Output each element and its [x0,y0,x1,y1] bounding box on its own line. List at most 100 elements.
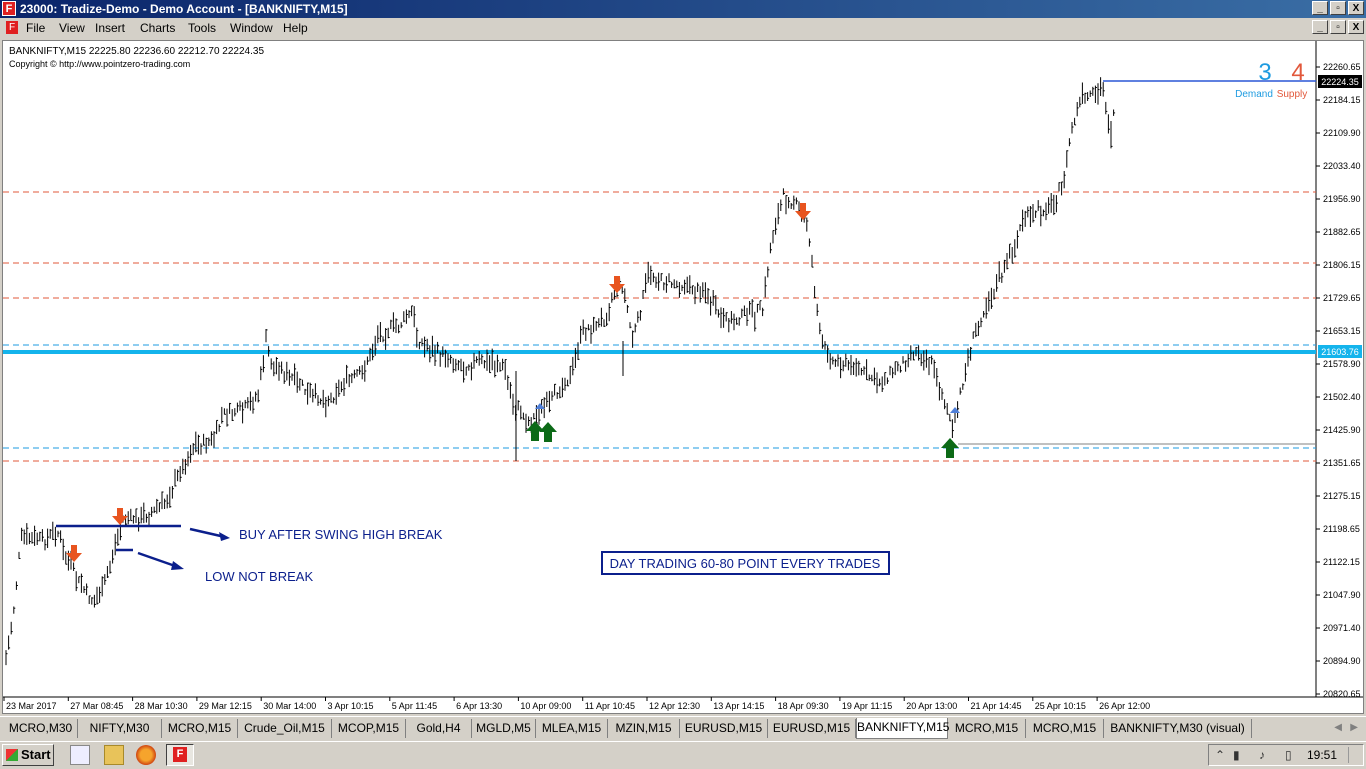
price-label: 21502.40 [1323,392,1361,402]
taskbar-clock[interactable]: 19:51 [1307,748,1337,762]
low-pointer-arrow [137,551,179,569]
time-label: 12 Apr 12:30 [649,701,700,711]
price-label: 20820.65 [1323,689,1361,699]
start-label: Start [21,747,51,762]
menu-tools[interactable]: Tools [188,21,216,35]
price-label: 22033.40 [1323,161,1361,171]
menu-charts[interactable]: Charts [140,21,175,35]
window-title: 23000: Tradize-Demo - Demo Account - [BA… [20,2,348,16]
day-trading-text: DAY TRADING 60-80 POINT EVERY TRADES [610,556,881,571]
time-label: 13 Apr 14:15 [713,701,764,711]
sell-signal-arrow [795,203,811,220]
price-axis-labels: 22260.65 22184.15 22109.90 22033.40 21956.90… [1316,62,1361,699]
chart-tab[interactable]: NIFTY,M30 [78,719,162,738]
close-button[interactable]: X [1348,1,1364,15]
price-label: 21578.90 [1323,359,1361,369]
document-icon[interactable]: F [6,21,18,34]
signal-arrows [66,203,960,562]
price-label: 21729.65 [1323,293,1361,303]
chart-tab[interactable]: MCRO,M15 [1026,719,1104,738]
chart-tab[interactable]: MCRO,M15 [948,719,1026,738]
minimize-button[interactable]: _ [1312,1,1328,15]
desktop-icon[interactable] [70,745,90,765]
price-bars [5,77,1116,666]
copyright-text: Copyright © http://www.pointzero-trading… [9,59,190,69]
trading-app-taskbar-button[interactable]: F [166,744,194,766]
time-label: 19 Apr 11:15 [842,701,892,711]
zone-lines [3,80,1316,462]
time-label: 3 Apr 10:15 [328,701,374,711]
price-label: 21956.90 [1323,194,1361,204]
price-label: 22260.65 [1323,62,1361,72]
menu-view[interactable]: View [59,21,85,35]
menu-bar: F File View Insert Charts Tools Window H… [0,18,1366,38]
time-label: 11 Apr 10:45 [585,701,635,711]
time-label: 20 Apr 13:00 [906,701,957,711]
network-signal-icon[interactable]: ▮ [1233,748,1240,762]
chart-tab[interactable]: MLEA,M15 [536,719,608,738]
chart-tab[interactable]: EURUSD,M15 [768,719,856,738]
demand-count: 3 [1258,59,1271,86]
system-tray: ⌃ ▮ ♪ ▯ 19:51 [1208,744,1364,766]
price-label: 21198.65 [1323,524,1360,534]
time-label: 6 Apr 13:30 [456,701,502,711]
chart-tab[interactable]: BANKNIFTY,M30 (visual) [1104,719,1252,738]
chart-tab[interactable]: MCRO,M30 [4,719,78,738]
tab-scroll-right-icon[interactable]: ▶ [1350,722,1358,733]
show-desktop-button[interactable] [1348,747,1359,763]
price-chart[interactable]: BUY AFTER SWING HIGH BREAK LOW NOT BREAK… [3,41,1363,713]
windows-logo-icon [6,749,18,761]
chart-tab[interactable]: MZIN,M15 [608,719,680,738]
menu-insert[interactable]: Insert [95,21,125,35]
taskbar: Start F ⌃ ▮ ♪ ▯ 19:51 [0,741,1366,769]
chart-tab[interactable]: MGLD,M5 [472,719,536,738]
price-label: 21425.90 [1323,425,1361,435]
chart-tab[interactable]: Gold,H4 [406,719,472,738]
speaker-icon[interactable]: ♪ [1259,748,1265,762]
annotation-lines [56,524,230,570]
power-icon[interactable]: ▯ [1285,748,1292,762]
menu-file[interactable]: File [26,21,45,35]
child-minimize-button[interactable]: _ [1312,20,1328,34]
buy-pointer-arrowhead [219,532,230,541]
buy-signal-arrow [941,438,959,458]
chart-info-line: BANKNIFTY,M15 22225.80 22236.60 22212.70… [9,46,264,57]
chart-tab[interactable]: MCOP,M15 [332,719,406,738]
folder-icon[interactable] [104,745,124,765]
chart-tab[interactable]: MCRO,M15 [162,719,238,738]
chart-window[interactable]: BUY AFTER SWING HIGH BREAK LOW NOT BREAK… [2,40,1364,714]
price-label: 21122.15 [1323,557,1360,567]
current-price-text: 22224.35 [1321,77,1359,87]
buy-signal-arrow [539,422,557,442]
time-label: 5 Apr 11:45 [392,701,437,711]
child-restore-button[interactable]: ▫ [1330,20,1346,34]
time-label: 21 Apr 14:45 [971,701,1022,711]
time-label: 10 Apr 09:00 [520,701,571,711]
menu-help[interactable]: Help [283,21,308,35]
buy-annotation-text: BUY AFTER SWING HIGH BREAK [239,527,443,542]
window-titlebar[interactable]: F 23000: Tradize-Demo - Demo Account - [… [0,0,1366,18]
chart-tab[interactable]: BANKNIFTY,M15 [856,718,949,739]
price-label: 21882.65 [1323,227,1361,237]
tab-scroll-left-icon[interactable]: ◀ [1334,722,1342,733]
time-label: 28 Mar 10:30 [135,701,188,711]
time-label: 18 Apr 09:30 [778,701,829,711]
marker-triangle-icon [950,407,960,413]
chart-tab[interactable]: EURUSD,M15 [680,719,768,738]
price-label: 20971.40 [1323,623,1361,633]
supply-label: Supply [1277,89,1308,100]
low-annotation-text: LOW NOT BREAK [205,569,313,584]
time-label: 25 Apr 10:15 [1035,701,1086,711]
menu-window[interactable]: Window [230,21,273,35]
start-button[interactable]: Start [2,744,54,766]
low-pointer-arrowhead [171,561,184,570]
child-close-button[interactable]: X [1348,20,1364,34]
firefox-icon[interactable] [136,745,156,765]
show-hidden-icons-icon[interactable]: ⌃ [1215,748,1225,762]
demand-label: Demand [1235,89,1273,100]
price-label: 20894.90 [1323,656,1361,666]
chart-tab[interactable]: Crude_Oil,M15 [238,719,332,738]
restore-button[interactable]: ▫ [1330,1,1346,15]
supply-count: 4 [1291,59,1304,86]
time-label: 23 Mar 2017 [6,701,57,711]
